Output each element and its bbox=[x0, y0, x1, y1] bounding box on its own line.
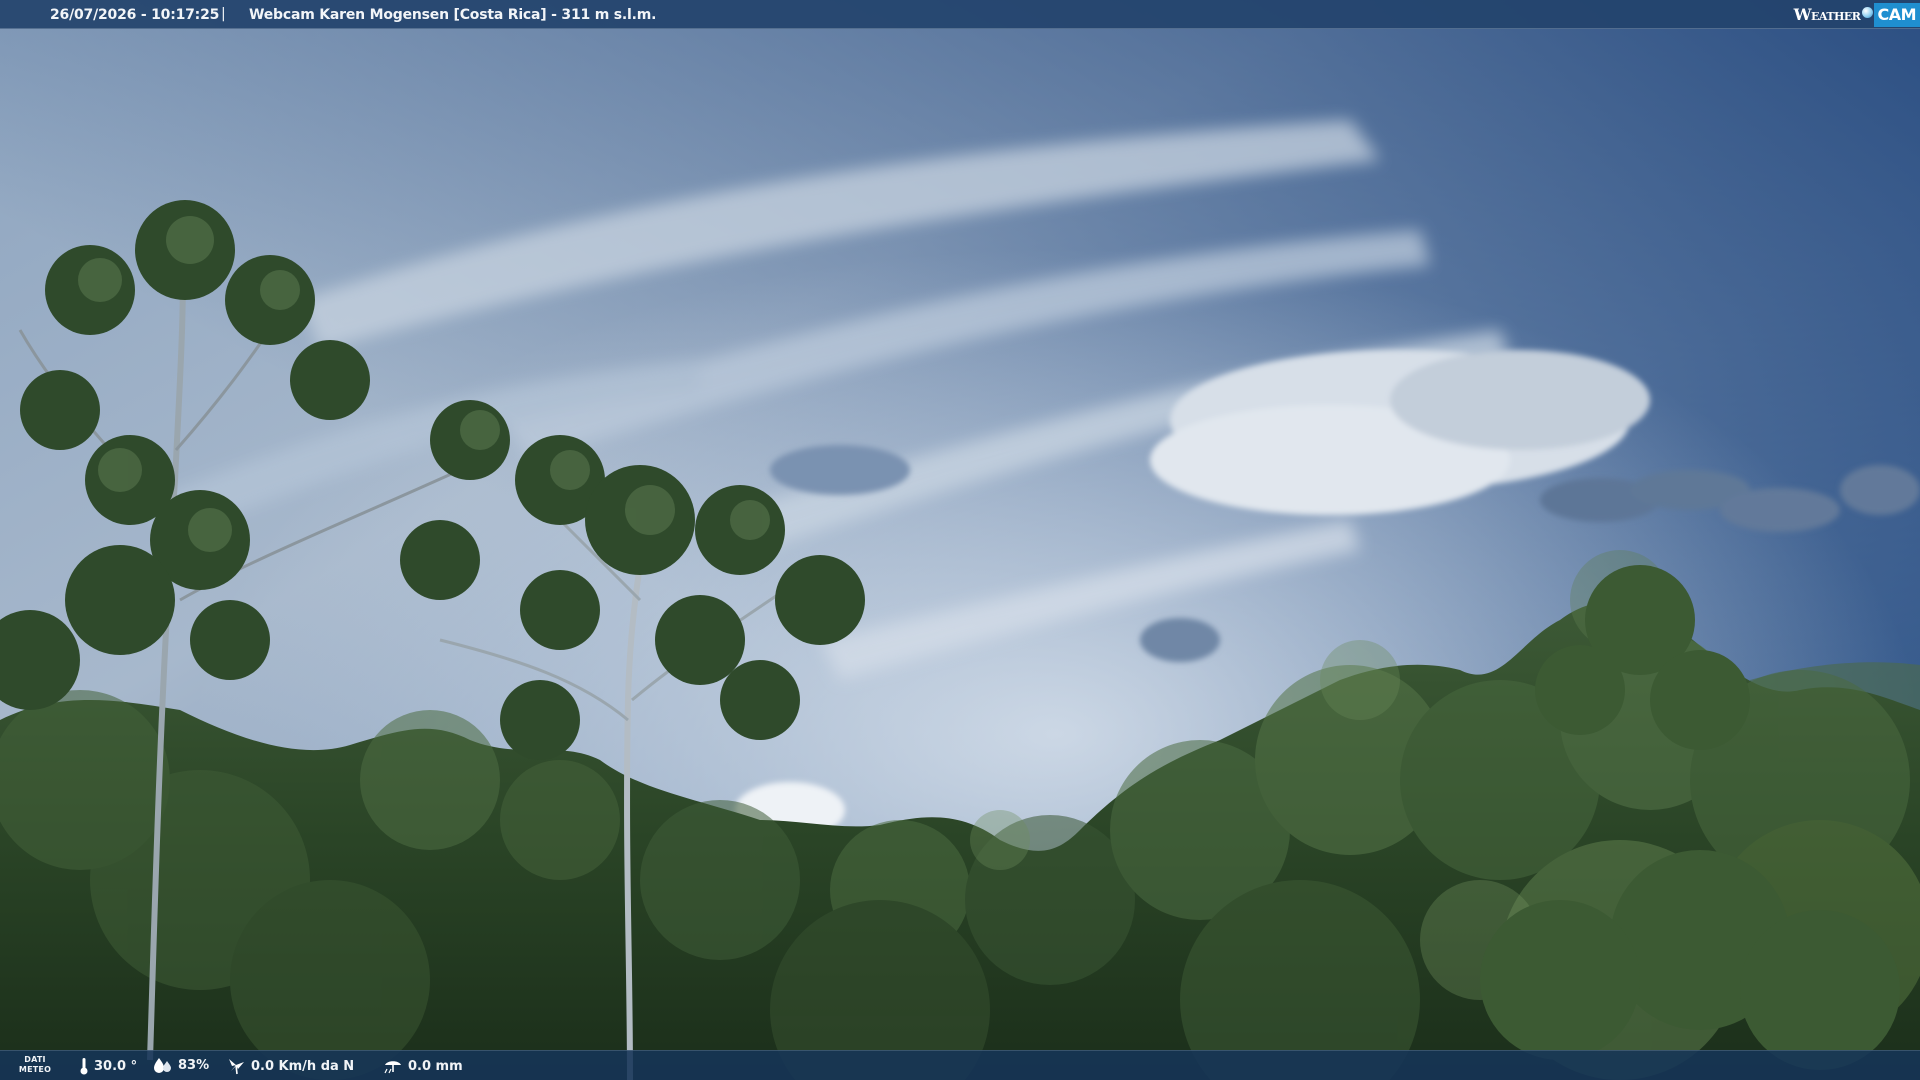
humidity-value: 83% bbox=[178, 1057, 210, 1073]
capture-datetime: 26/07/2026 - 10:17:25 bbox=[50, 7, 220, 23]
meteo-data-label: DATI METEO bbox=[12, 1055, 58, 1075]
rain-value: 0.0 mm bbox=[408, 1058, 463, 1074]
webcam-landscape bbox=[0, 0, 1920, 1080]
temperature-value: 30.0 ° bbox=[94, 1058, 138, 1074]
brand-weather-text: Weather bbox=[1793, 5, 1861, 24]
brand-globe-icon bbox=[1862, 6, 1874, 18]
meteo-data-bar: DATI METEO 30.0 ° 83% 0.0 Km/h da N 0.0 … bbox=[0, 1050, 1920, 1080]
rain-icon bbox=[384, 1061, 401, 1074]
top-info-bar: 26/07/2026 - 10:17:25 | Webcam Karen Mog… bbox=[0, 0, 1920, 29]
rain-reading: 0.0 mm bbox=[383, 1057, 463, 1075]
humidity-icon bbox=[154, 1058, 171, 1073]
meteo-label-line2: METEO bbox=[18, 1065, 52, 1074]
humidity-reading: 83% bbox=[153, 1057, 209, 1073]
title-separator: | bbox=[221, 6, 226, 22]
meteo-label-line1: DATI bbox=[24, 1055, 46, 1064]
wind-value: 0.0 Km/h da N bbox=[251, 1058, 355, 1074]
brand-cam-text: CAM bbox=[1874, 2, 1920, 27]
wind-icon bbox=[229, 1059, 244, 1075]
wind-reading: 0.0 Km/h da N bbox=[226, 1057, 354, 1075]
thermometer-icon bbox=[80, 1058, 88, 1075]
webcam-title: Webcam Karen Mogensen [Costa Rica] - 311… bbox=[249, 7, 657, 23]
weathercam-logo-icon: Weather CAM bbox=[1794, 0, 1920, 29]
temperature-reading: 30.0 ° bbox=[79, 1057, 137, 1075]
webcam-image bbox=[0, 0, 1920, 1080]
